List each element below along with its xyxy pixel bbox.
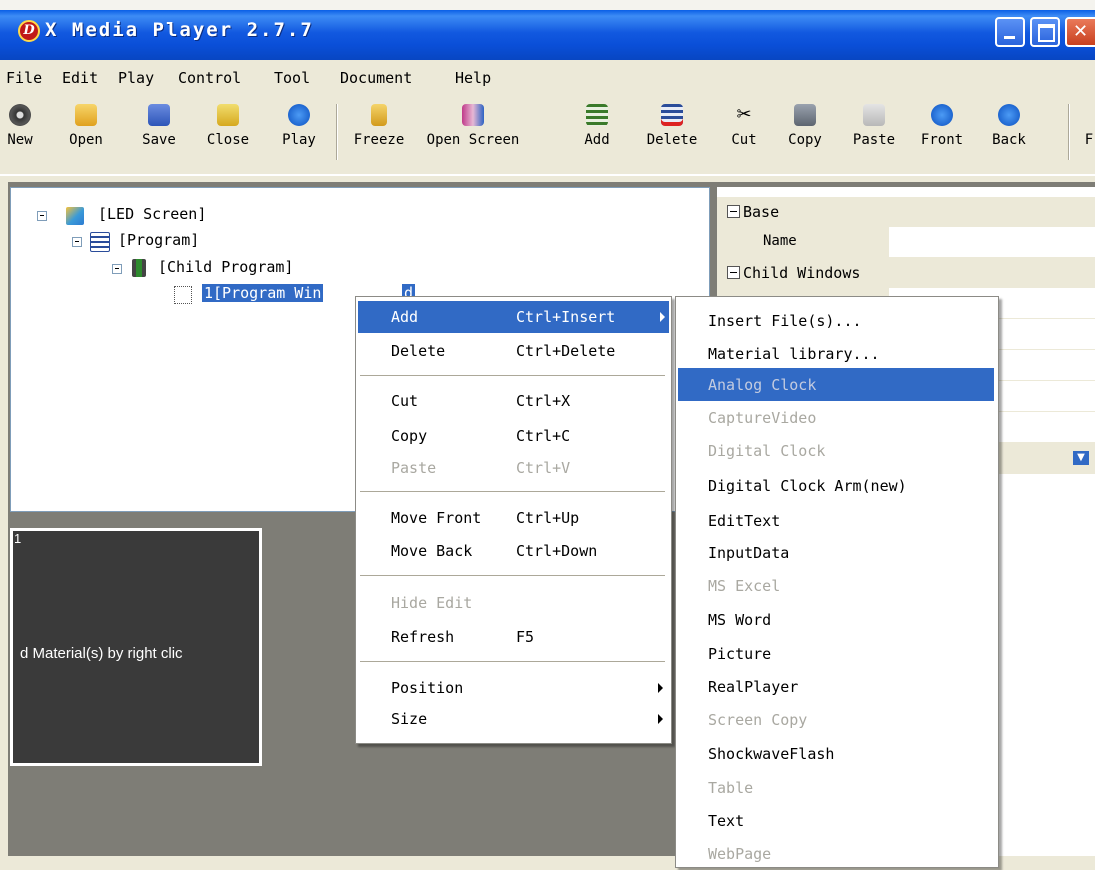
screen-door-icon (462, 104, 484, 126)
collapse-toggle-icon[interactable] (37, 211, 47, 221)
collapse-toggle-icon[interactable] (112, 264, 122, 274)
submenu-text[interactable]: Text (678, 804, 994, 837)
collapse-toggle-icon[interactable] (72, 237, 82, 247)
property-category-child-windows[interactable]: Child Windows (717, 258, 1095, 288)
context-menu-move-front[interactable]: Move Front Ctrl+Up (358, 502, 669, 534)
toolbar-separator (336, 104, 338, 160)
submenu-ms-word[interactable]: MS Word (678, 603, 994, 636)
submenu-shockwave-flash[interactable]: ShockwaveFlash (678, 737, 994, 770)
add-submenu: Insert File(s)... Material library... An… (675, 296, 999, 868)
toolbar-separator (1068, 104, 1070, 160)
submenu-digital-clock-arm[interactable]: Digital Clock Arm(new) (678, 469, 994, 502)
menu-separator (360, 661, 665, 662)
context-menu-copy[interactable]: Copy Ctrl+C (358, 420, 669, 452)
submenu-material-library[interactable]: Material library... (678, 337, 994, 370)
menu-separator (360, 375, 665, 376)
submenu-input-data[interactable]: InputData (678, 536, 994, 569)
copy-icon (794, 104, 816, 126)
context-menu-position[interactable]: Position (358, 672, 669, 704)
menu-file[interactable]: File (6, 69, 42, 87)
toolbar-back-button[interactable]: Back (984, 102, 1034, 170)
context-menu-size[interactable]: Size (358, 703, 669, 735)
arrow-up-circle-icon (931, 104, 953, 126)
toolbar-delete-button[interactable]: Delete (640, 102, 704, 170)
film-reel-icon (9, 104, 31, 126)
submenu-screen-copy[interactable]: Screen Copy (678, 703, 994, 736)
scissors-icon: ✂ (736, 104, 752, 125)
led-screen-icon (66, 207, 84, 225)
collapse-icon[interactable] (727, 266, 740, 279)
dropdown-arrow-icon[interactable]: ▼ (1073, 451, 1089, 465)
preview-hint-text: d Material(s) by right clic (20, 645, 183, 662)
menu-play[interactable]: Play (118, 69, 154, 87)
toolbar-close-button[interactable]: Close (198, 102, 258, 170)
menu-separator (360, 575, 665, 576)
toolbar-new-button[interactable]: New (0, 102, 40, 170)
submenu-web-page[interactable]: WebPage (678, 837, 994, 870)
play-circle-icon (288, 104, 310, 126)
context-menu-move-back[interactable]: Move Back Ctrl+Down (358, 535, 669, 567)
context-menu-add[interactable]: Add Ctrl+Insert (358, 301, 669, 333)
arrow-down-circle-icon (998, 104, 1020, 126)
submenu-picture[interactable]: Picture (678, 637, 994, 670)
preview-window-index: 1 (14, 531, 22, 546)
maximize-button[interactable] (1030, 17, 1060, 47)
submenu-arrow-icon (660, 312, 665, 322)
context-menu-refresh[interactable]: Refresh F5 (358, 621, 669, 653)
add-list-icon (586, 104, 608, 126)
menu-separator (360, 491, 665, 492)
toolbar-open-screen-button[interactable]: Open Screen (418, 102, 528, 170)
toolbar-copy-button[interactable]: Copy (778, 102, 832, 170)
window-title: X Media Player 2.7.7 (45, 19, 314, 41)
toolbar: New Open Save Close Play Freeze Open Scr… (0, 96, 1095, 176)
submenu-table[interactable]: Table (678, 771, 994, 804)
app-logo-icon[interactable]: D (18, 20, 40, 42)
toolbar-paste-button[interactable]: Paste (846, 102, 902, 170)
lock-icon (371, 104, 387, 126)
menu-tool[interactable]: Tool (274, 69, 310, 87)
program-icon (90, 232, 110, 252)
toolbar-add-button[interactable]: Add (576, 102, 618, 170)
toolbar-play-button[interactable]: Play (276, 102, 322, 170)
submenu-insert-files[interactable]: Insert File(s)... (678, 304, 994, 337)
submenu-arrow-icon (658, 714, 663, 724)
toolbar-freeze-button[interactable]: Freeze (344, 102, 414, 170)
property-category-base[interactable]: Base (717, 197, 1095, 227)
context-menu-delete[interactable]: Delete Ctrl+Delete (358, 335, 669, 367)
toolbar-front-button[interactable]: Front (914, 102, 970, 170)
context-menu-paste[interactable]: Paste Ctrl+V (358, 452, 669, 484)
toolbar-open-button[interactable]: Open (66, 102, 106, 170)
minimize-button[interactable] (995, 17, 1025, 47)
floppy-disk-icon (148, 104, 170, 126)
delete-list-icon (661, 104, 683, 126)
submenu-edit-text[interactable]: EditText (678, 504, 994, 537)
submenu-capture-video[interactable]: CaptureVideo (678, 401, 994, 434)
open-folder-icon (75, 104, 97, 126)
property-row-name[interactable]: Name (717, 227, 1095, 258)
toolbar-save-button[interactable]: Save (134, 102, 184, 170)
submenu-real-player[interactable]: RealPlayer (678, 670, 994, 703)
child-program-icon (132, 259, 146, 277)
submenu-arrow-icon (658, 683, 663, 693)
menu-help[interactable]: Help (455, 69, 491, 87)
context-menu-hide-edit[interactable]: Hide Edit (358, 587, 669, 619)
toolbar-partial-button[interactable]: F (1082, 102, 1095, 170)
submenu-ms-excel[interactable]: MS Excel (678, 569, 994, 602)
toolbar-cut-button[interactable]: ✂ Cut (724, 102, 764, 170)
close-button[interactable] (1065, 17, 1095, 47)
context-menu: Add Ctrl+Insert Delete Ctrl+Delete Cut C… (355, 296, 672, 744)
program-window-icon (174, 286, 192, 304)
collapse-icon[interactable] (727, 205, 740, 218)
menu-document[interactable]: Document (340, 69, 412, 87)
close-document-icon (217, 104, 239, 126)
menu-bar: File Edit Play Control Tool Document Hel… (0, 64, 1095, 92)
submenu-analog-clock[interactable]: Analog Clock (678, 368, 994, 401)
paste-icon (863, 104, 885, 126)
menu-edit[interactable]: Edit (62, 69, 98, 87)
context-menu-cut[interactable]: Cut Ctrl+X (358, 385, 669, 417)
submenu-digital-clock[interactable]: Digital Clock (678, 434, 994, 467)
menu-control[interactable]: Control (178, 69, 241, 87)
